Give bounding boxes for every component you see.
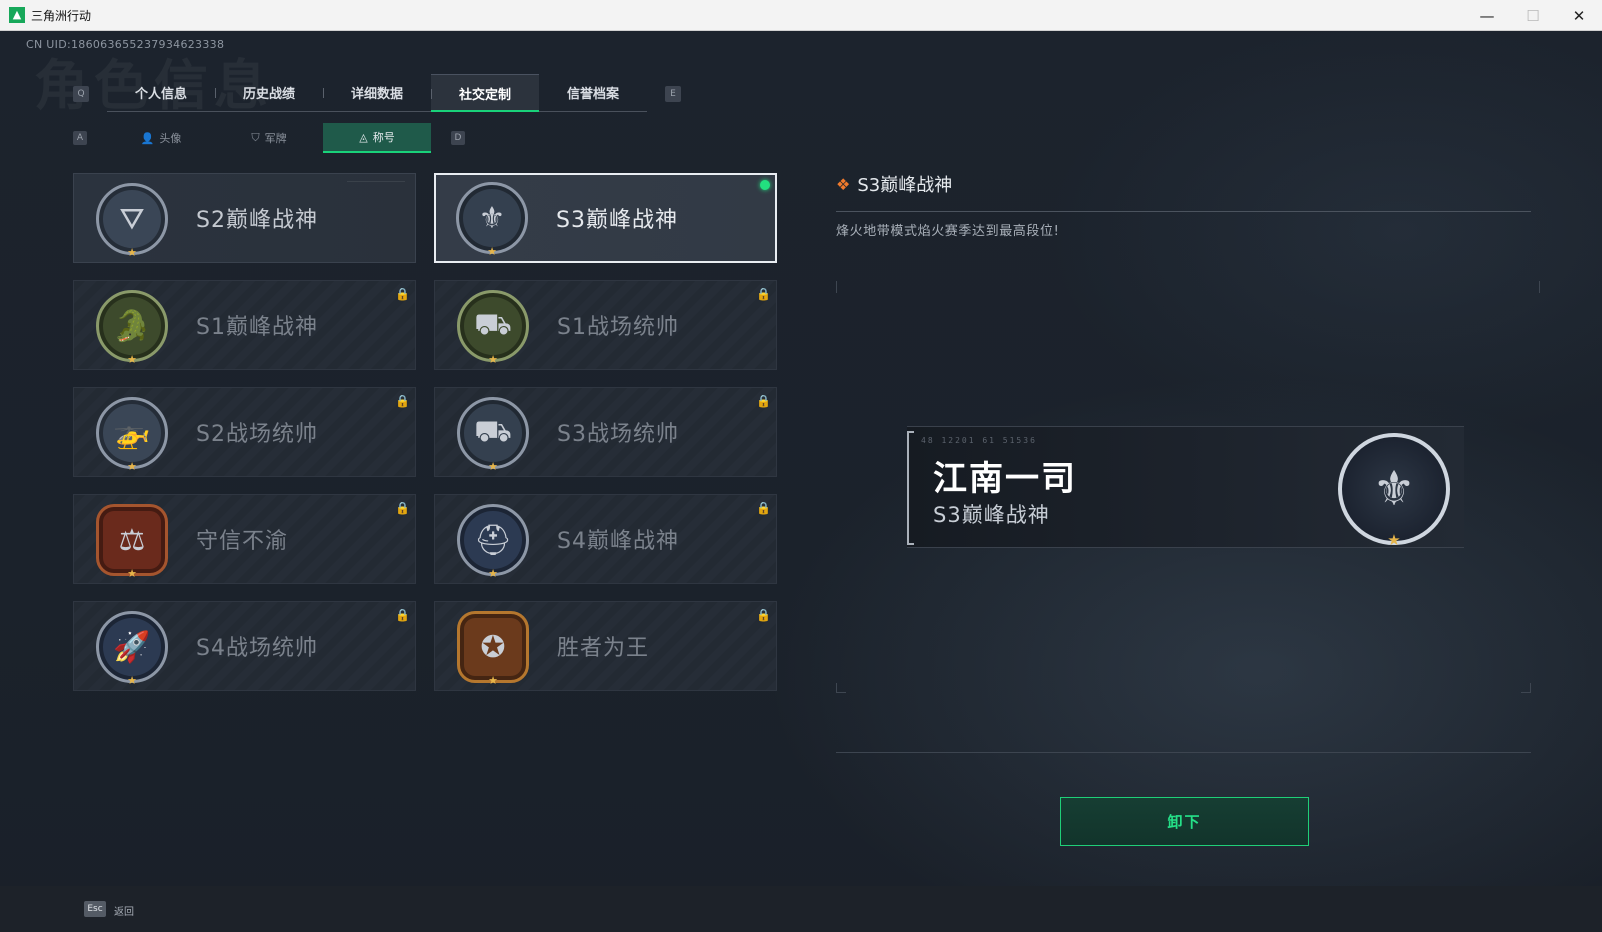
equipped-indicator (760, 180, 770, 190)
nameplate-player-name: 江南一司 (933, 459, 1077, 499)
medal-badge-icon: ✪ ★ (457, 611, 529, 687)
detail-title-text: S3巅峰战神 (857, 175, 953, 196)
title-card-label: S1巅峰战神 (196, 315, 318, 340)
s2-peak-badge-icon: ⛛ ★ (96, 183, 168, 259)
title-card-label: S3战场统帅 (557, 422, 679, 447)
minimize-button[interactable]: — (1464, 0, 1510, 31)
title-card-s1-commander[interactable]: 🔒 ⛟ ★ S1战场统帅 (434, 280, 777, 370)
missile-badge-icon: 🚀 ★ (96, 611, 168, 687)
main-tabs: 个人信息 历史战绩 详细数据 社交定制 信誉档案 (107, 74, 647, 112)
nameplate-preview: 48 12201 61 51536 江南一司 S3巅峰战神 ⚜ ★ (907, 426, 1464, 549)
title-card-s4-peak[interactable]: 🔒 ⛑ ★ S4巅峰战神 (434, 494, 777, 584)
tab-reputation[interactable]: 信誉档案 (539, 74, 647, 111)
subtab-next-key[interactable]: D (451, 131, 465, 145)
window-title: 三角洲行动 (31, 8, 92, 23)
s3-peak-badge-icon: ⚜ ★ (456, 182, 528, 258)
title-card-s4-commander[interactable]: 🔒 🚀 ★ S4战场统帅 (73, 601, 416, 691)
armored-vehicle-badge-icon: ⛟ ★ (457, 397, 529, 473)
subtab-prev-key[interactable]: A (73, 131, 87, 145)
lock-icon: 🔒 (395, 287, 410, 301)
subtab-dogtag[interactable]: ⛉ 军牌 (215, 123, 323, 153)
title-card-label: S2战场统帅 (196, 422, 318, 447)
title-card-winner[interactable]: 🔒 ✪ ★ 胜者为王 (434, 601, 777, 691)
title-card-s3-commander[interactable]: 🔒 ⛟ ★ S3战场统帅 (434, 387, 777, 477)
title-card-label: 守信不渝 (196, 529, 289, 554)
maximize-button[interactable]: ☐ (1510, 0, 1556, 31)
detail-bottom-divider (836, 752, 1531, 753)
title-diamond-icon: ❖ (836, 174, 851, 194)
subtab-title-label: 称号 (372, 131, 395, 144)
detail-divider (836, 211, 1531, 212)
title-card-label: S4巅峰战神 (557, 529, 679, 554)
title-card-s1-peak[interactable]: 🔒 🐊 ★ S1巅峰战神 (73, 280, 416, 370)
tab-social-custom[interactable]: 社交定制 (431, 74, 539, 112)
bottom-bar: Esc 返回 (0, 886, 1602, 932)
back-label[interactable]: 返回 (114, 903, 134, 918)
sub-tabs: 👤 头像 ⛉ 军牌 ◬ 称号 (107, 123, 431, 153)
helmet-badge-icon: ⛑ ★ (457, 504, 529, 580)
preview-frame-corner (1530, 281, 1540, 293)
crocodile-badge-icon: 🐊 ★ (96, 290, 168, 366)
game-canvas: 角色信息 CN UID:18606365523793462333​8 Q 个人信… (0, 31, 1602, 932)
dogtag-icon: ⛉ (251, 131, 260, 144)
tab-match-history[interactable]: 历史战绩 (215, 74, 323, 111)
window-titlebar: ▲ 三角洲行动 — ☐ ✕ (0, 0, 1602, 31)
lock-icon: 🔒 (756, 394, 771, 408)
title-card-label: 胜者为王 (557, 636, 650, 661)
title-card-label: S1战场统帅 (557, 315, 679, 340)
title-card-integrity[interactable]: 🔒 ⚖ ★ 守信不渝 (73, 494, 416, 584)
unequip-button[interactable]: 卸下 (1060, 797, 1309, 846)
esc-key-hint[interactable]: Esc (84, 901, 106, 917)
lock-icon: 🔒 (756, 608, 771, 622)
person-icon: 👤 (140, 131, 155, 145)
title-card-label: S4战场统帅 (196, 636, 318, 661)
title-card-s3-peak[interactable]: ⚜ ★ S3巅峰战神 (434, 173, 777, 263)
subtab-avatar-label: 头像 (159, 132, 182, 145)
subtab-title[interactable]: ◬ 称号 (323, 123, 431, 153)
tab-detailed-data[interactable]: 详细数据 (323, 74, 431, 111)
tab-prev-key[interactable]: Q (73, 86, 89, 102)
helicopter-badge-icon: 🚁 ★ (96, 397, 168, 473)
nameplate-title: S3巅峰战神 (933, 503, 1050, 527)
s3-peak-badge-icon: ⚜ ★ (1338, 433, 1450, 549)
nameplate-bracket (907, 431, 914, 545)
lock-icon: 🔒 (395, 501, 410, 515)
tank-badge-icon: ⛟ ★ (457, 290, 529, 366)
detail-description: 烽火地带模式焰火赛季达到最高段位! (836, 224, 1060, 239)
tab-next-key[interactable]: E (665, 86, 681, 102)
close-button[interactable]: ✕ (1556, 0, 1602, 31)
lock-icon: 🔒 (395, 608, 410, 622)
player-uid: CN UID:18606365523793462333​8 (26, 38, 225, 51)
preview-frame-corner (1521, 683, 1531, 693)
subtab-avatar[interactable]: 👤 头像 (107, 123, 215, 153)
lock-icon: 🔒 (395, 394, 410, 408)
card-decoration (347, 181, 405, 184)
title-icon: ◬ (359, 130, 368, 144)
scales-badge-icon: ⚖ ★ (96, 504, 168, 580)
title-card-s2-commander[interactable]: 🔒 🚁 ★ S2战场统帅 (73, 387, 416, 477)
title-card-label: S2巅峰战神 (196, 208, 318, 233)
lock-icon: 🔒 (756, 287, 771, 301)
app-logo-icon: ▲ (9, 7, 25, 23)
detail-title: ❖ S3巅峰战神 (836, 171, 952, 197)
lock-icon: 🔒 (756, 501, 771, 515)
window-controls: — ☐ ✕ (1464, 0, 1602, 31)
title-card-s2-peak[interactable]: ⛛ ★ S2巅峰战神 (73, 173, 416, 263)
preview-frame-corner (836, 281, 846, 293)
title-card-label: S3巅峰战神 (556, 208, 678, 233)
nameplate-code: 48 12201 61 51536 (921, 436, 1037, 445)
tab-personal-info[interactable]: 个人信息 (107, 74, 215, 111)
subtab-dogtag-label: 军牌 (264, 132, 287, 145)
preview-frame-corner (836, 683, 846, 693)
